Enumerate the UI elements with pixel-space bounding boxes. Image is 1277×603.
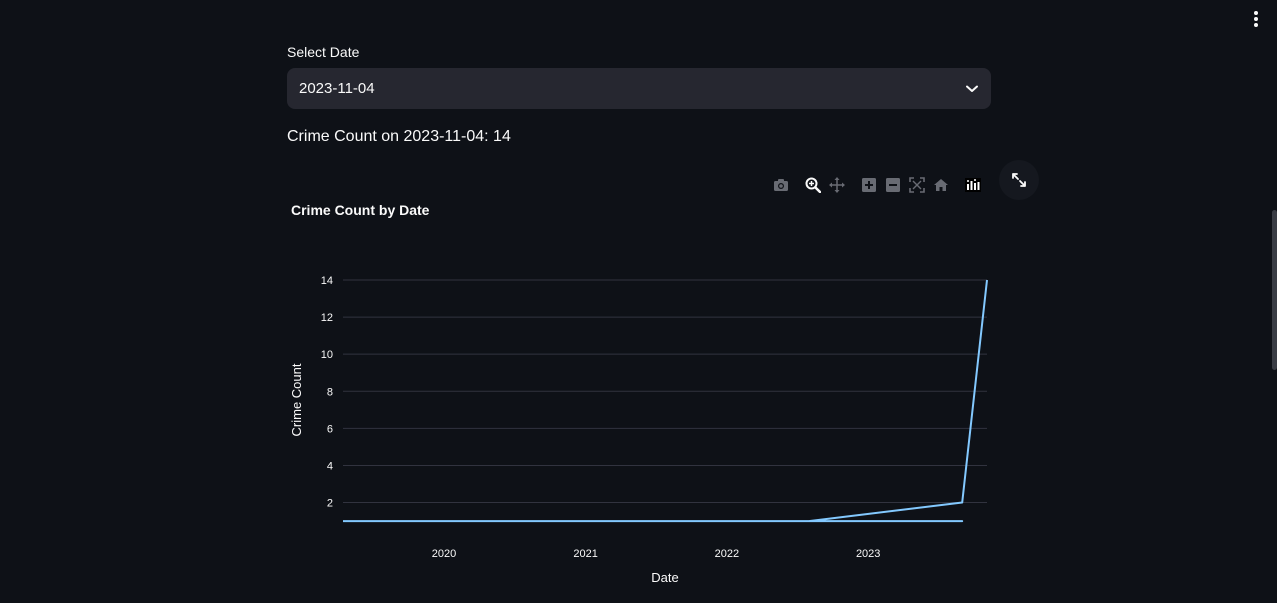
y-tick-label: 6 xyxy=(327,423,333,435)
x-axis-label: Date xyxy=(651,570,678,585)
x-tick-label: 2021 xyxy=(573,548,597,560)
y-tick-label: 8 xyxy=(327,386,333,398)
line-chart: 2468101214 2020 2021 2022 2023 Crime Count … xyxy=(289,275,988,585)
app-root: Select Date 2023-11-04 Crime Count on 20… xyxy=(0,0,1277,603)
y-tick-label: 14 xyxy=(321,275,333,287)
y-tick-label: 2 xyxy=(327,498,333,510)
menu-dot xyxy=(1254,23,1258,27)
series-line xyxy=(343,279,988,523)
date-select-value: 2023-11-04 xyxy=(299,80,375,97)
date-select[interactable]: 2023-11-04 xyxy=(287,68,991,109)
crime-count-text: Crime Count on 2023-11-04: 14 xyxy=(287,128,511,145)
grid-lines xyxy=(343,279,987,504)
select-date-label: Select Date xyxy=(287,44,360,60)
page-scrollbar[interactable] xyxy=(1272,210,1277,370)
menu-dot xyxy=(1254,11,1258,15)
x-tick-labels: 2020 2021 2022 2023 xyxy=(432,548,881,560)
chart-container: Crime Count by Date 2 4 6 8 10 12 14 2020 2021 2… xyxy=(287,160,1043,603)
x-tick-label: 2022 xyxy=(715,548,739,560)
y-tick-label: 4 xyxy=(327,460,333,472)
series-group xyxy=(343,279,988,523)
y-tick-label: 10 xyxy=(321,349,333,361)
y-tick-labels: 2 4 6 8 10 12 14 xyxy=(321,275,333,510)
menu-dot xyxy=(1254,17,1258,21)
chevron-down-icon xyxy=(965,82,979,96)
x-tick-label: 2020 xyxy=(432,548,456,560)
y-axis-label: Crime Count xyxy=(289,363,304,436)
y-tick-label: 12 xyxy=(321,312,333,324)
x-tick-label: 2023 xyxy=(856,548,880,560)
main-menu-button[interactable] xyxy=(1246,9,1266,29)
